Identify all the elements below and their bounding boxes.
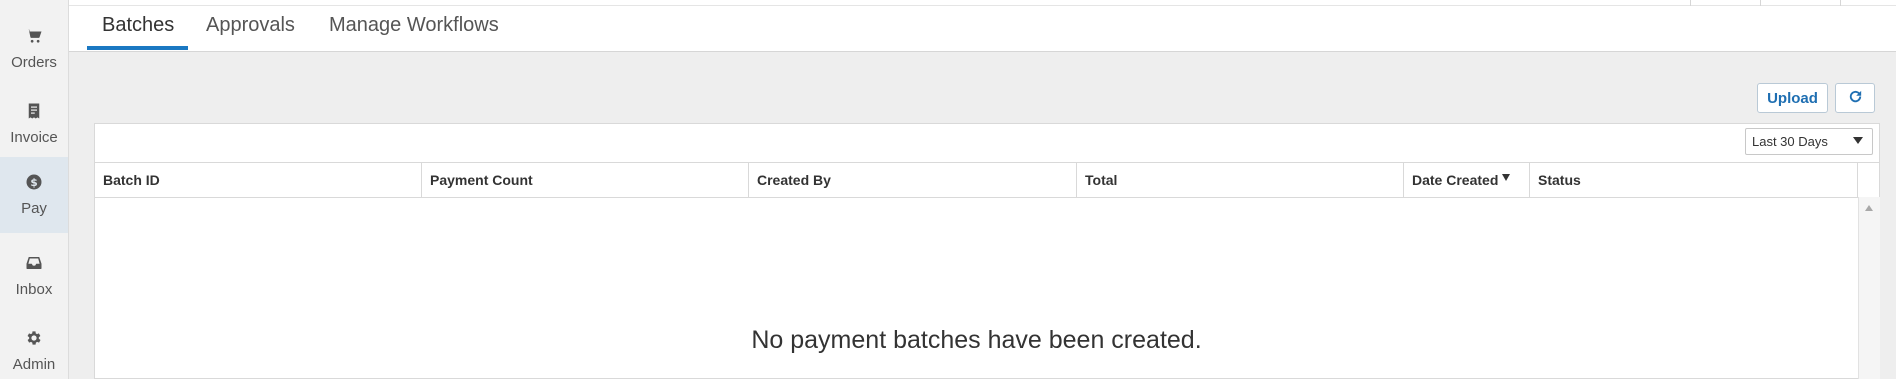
column-label: Payment Count [430, 172, 533, 188]
divider [1690, 0, 1691, 6]
sidebar-item-label: Orders [11, 54, 57, 71]
column-header-created-by[interactable]: Created By [749, 163, 1077, 197]
column-label: Total [1085, 172, 1118, 188]
divider [1760, 0, 1761, 6]
refresh-button[interactable] [1835, 83, 1875, 113]
active-tab-indicator [87, 46, 188, 50]
top-divider [69, 5, 1896, 6]
sidebar-item-inbox[interactable]: Inbox [0, 238, 68, 314]
dollar-circle-icon: $ [25, 173, 43, 196]
column-label: Created By [757, 172, 831, 188]
inbox-icon [25, 254, 43, 277]
date-range-value: Last 30 Days [1752, 134, 1828, 149]
tab-batches[interactable]: Batches [102, 14, 174, 37]
sidebar-item-invoice[interactable]: Invoice [0, 86, 68, 162]
gear-icon [25, 329, 43, 352]
sidebar-item-label: Invoice [10, 129, 58, 146]
upload-button[interactable]: Upload [1757, 83, 1828, 113]
empty-state-message: No payment batches have been created. [751, 326, 1202, 354]
column-header-status[interactable]: Status [1530, 163, 1858, 197]
column-header-total[interactable]: Total [1077, 163, 1404, 197]
divider [1840, 0, 1841, 6]
svg-text:$: $ [30, 177, 37, 189]
column-header-payment-count[interactable]: Payment Count [422, 163, 749, 197]
sidebar-item-label: Inbox [15, 281, 53, 298]
sort-desc-icon [1502, 173, 1511, 181]
column-label: Batch ID [103, 172, 160, 188]
tab-approvals[interactable]: Approvals [206, 14, 295, 37]
scroll-up-arrow-icon[interactable] [1865, 205, 1873, 211]
tab-manage-workflows[interactable]: Manage Workflows [329, 14, 499, 37]
column-label: Date Created [1412, 172, 1499, 188]
date-range-select[interactable]: Last 30 Days [1745, 128, 1873, 155]
left-sidebar: Orders Invoice $ Pay Inbox Admin [0, 0, 69, 379]
invoice-icon [25, 102, 43, 125]
sidebar-item-admin[interactable]: Admin [0, 313, 68, 389]
sidebar-item-orders[interactable]: Orders [0, 11, 68, 87]
column-label: Status [1538, 172, 1581, 188]
column-header-batch-id[interactable]: Batch ID [95, 163, 422, 197]
column-header-date-created[interactable]: Date Created [1404, 163, 1530, 197]
sidebar-item-label: Admin [12, 356, 56, 373]
refresh-icon [1847, 88, 1864, 109]
table-header: Batch ID Payment Count Created By Total … [95, 162, 1879, 198]
vertical-scrollbar[interactable] [1858, 197, 1880, 379]
chevron-down-icon [1853, 137, 1863, 144]
sidebar-item-label: Pay [21, 200, 47, 217]
sidebar-item-pay[interactable]: $ Pay [0, 157, 68, 233]
cart-icon [25, 27, 43, 50]
